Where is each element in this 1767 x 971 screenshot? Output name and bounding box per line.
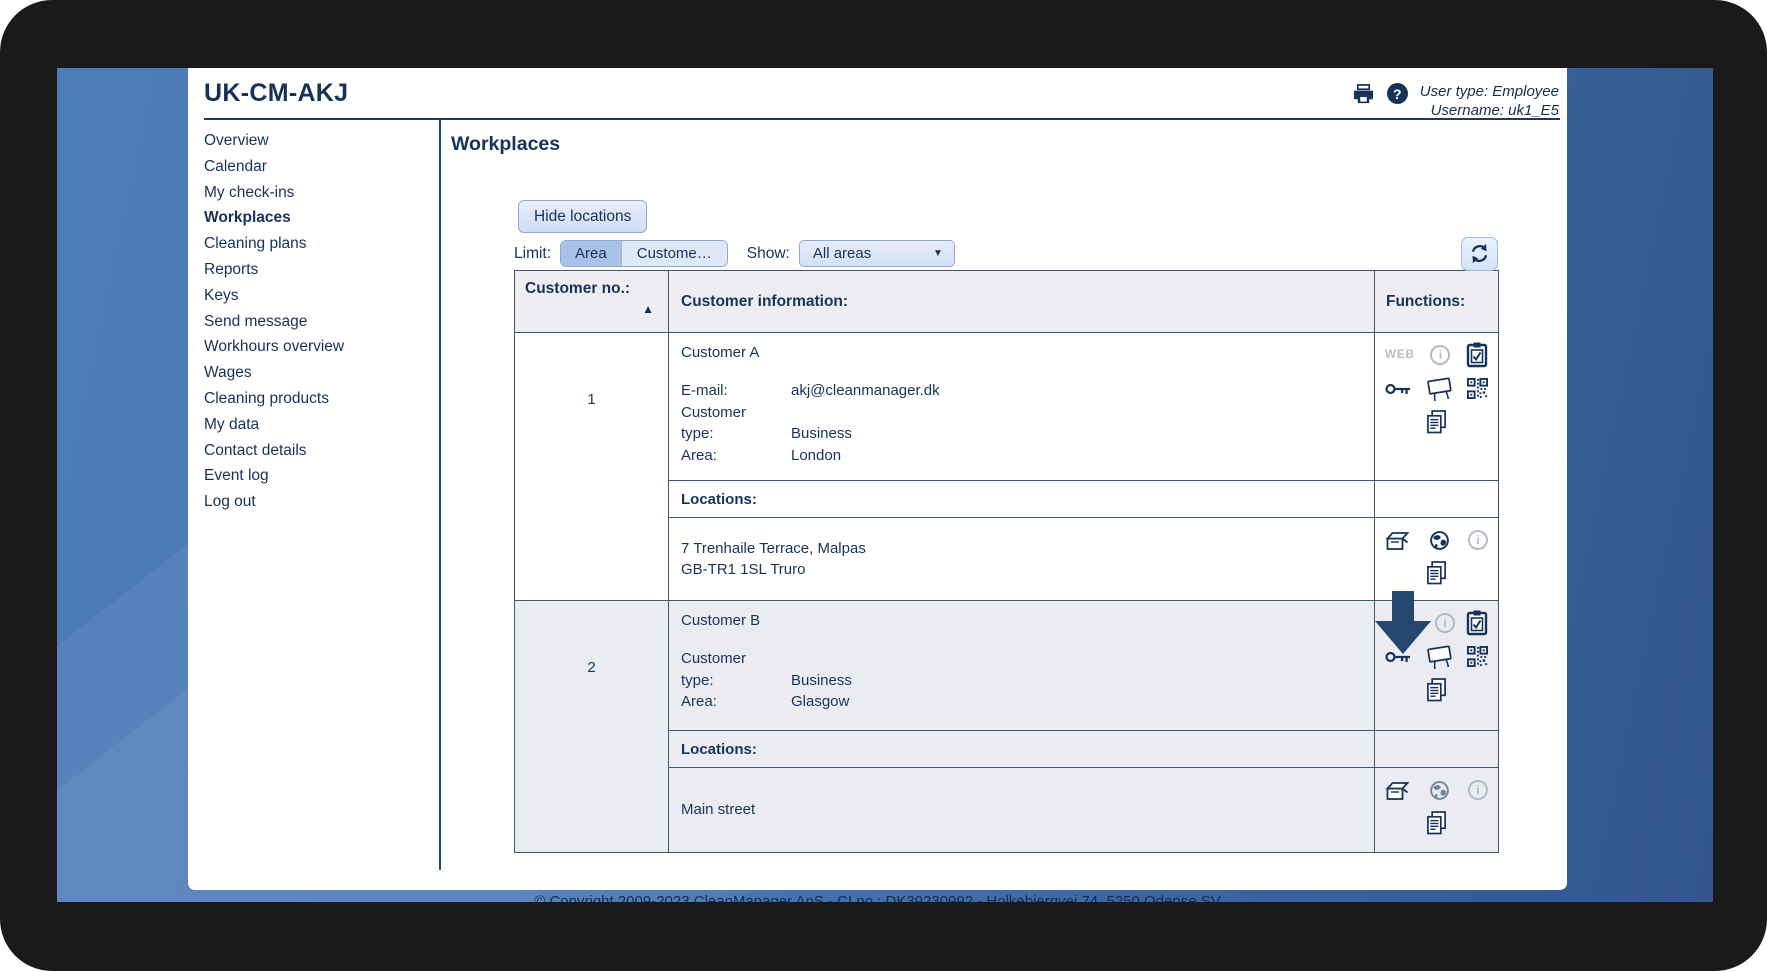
hide-locations-button[interactable]: Hide locations [518,200,648,233]
location-address-cell: Main street [668,767,1375,853]
info-icon[interactable]: i [1430,345,1451,365]
copy-icon[interactable] [1426,678,1447,702]
print-icon[interactable] [1352,84,1375,105]
field-label: E-mail: [681,382,728,399]
field-label: Customer type: [681,650,747,689]
sidebar-item-log-out[interactable]: Log out [204,489,439,515]
limit-customer-button[interactable]: Custome… [620,241,727,266]
sidebar-item-event-log[interactable]: Event log [204,463,439,489]
customer-row: 1 Customer A E-mail: akj@cleanmanager.dk [514,332,1499,601]
sidebar-item-contact-details[interactable]: Contact details [204,438,439,464]
locations-header-functions-cell [1374,480,1499,518]
info-icon[interactable]: i [1468,780,1488,800]
column-header-functions: Functions: [1374,270,1499,333]
field-value: London [791,446,842,464]
user-info: User type: Employee Username: uk1_E5 [1420,82,1559,120]
sort-asc-icon[interactable]: ▲ [525,302,660,316]
box-icon[interactable] [1385,780,1410,801]
page-title: Workplaces [451,133,561,155]
sidebar-item-send-message[interactable]: Send message [204,309,439,335]
location-line-2: GB-TR1 1SL Truro [681,561,806,578]
location-address-cell: 7 Trenhaile Terrace, Malpas GB-TR1 1SL T… [668,517,1375,601]
customer-row: 2 Customer B Customer type: Business Are… [514,591,1499,853]
desktop-background: UK-CM-AKJ ? User type: Employee Username… [57,68,1713,902]
info-icon[interactable]: i [1435,613,1455,633]
customer-functions-cell: WEB i [1374,332,1499,481]
qr-code-icon[interactable] [1467,646,1488,667]
sidebar-item-cleaning-plans[interactable]: Cleaning plans [204,231,439,257]
area-select-dropdown[interactable]: All areas ▼ [798,240,955,267]
customer-name: Customer A [681,344,760,361]
field-value: akj@cleanmanager.dk [791,382,940,399]
sidebar-item-my-data[interactable]: My data [204,412,439,438]
field-label: Area: [681,693,717,710]
sign-icon[interactable] [1425,643,1454,670]
key-icon[interactable] [1385,382,1411,396]
caret-down-icon: ▼ [932,248,943,259]
area-select-value: All areas [812,245,872,262]
field-value: Business [791,425,852,442]
customer-info-cell: Customer A E-mail: akj@cleanmanager.dk C… [668,332,1375,481]
app-header: UK-CM-AKJ ? User type: Employee Username… [188,68,1567,119]
key-icon[interactable] [1385,650,1411,664]
sidebar-item-my-check-ins[interactable]: My check-ins [204,180,439,206]
column-header-customer-no[interactable]: Customer no.: ▲ [514,270,669,333]
app-window: UK-CM-AKJ ? User type: Employee Username… [188,68,1567,890]
field-value: Glasgow [791,693,850,710]
location-functions-cell: i [1374,517,1499,601]
copy-icon[interactable] [1426,410,1447,434]
customer-no-cell: 2 [514,600,669,853]
customer-no-cell: 1 [514,332,669,601]
device-frame: UK-CM-AKJ ? User type: Employee Username… [0,0,1767,971]
checklist-icon[interactable] [1466,342,1488,368]
sidebar-item-wages[interactable]: Wages [204,360,439,386]
refresh-button[interactable] [1461,236,1498,271]
show-label: Show: [746,244,790,262]
customer-info-cell: Customer B Customer type: Business Area:… [668,600,1375,731]
info-icon[interactable]: i [1468,530,1488,550]
locations-header: Locations: [668,480,1375,518]
sidebar-item-reports[interactable]: Reports [204,257,439,283]
copy-icon[interactable] [1426,811,1447,835]
sidebar-nav: Overview Calendar My check-ins Workplace… [188,120,439,880]
copyright-footer: © Copyright 2009-2023 CleanManager ApS -… [534,893,1221,902]
customer-name: Customer B [681,612,761,629]
username-label: Username: uk1_E5 [1430,102,1559,119]
sidebar-item-workhours-overview[interactable]: Workhours overview [204,334,439,360]
column-header-customer-info: Customer information: [668,270,1375,333]
web-icon: WEB [1385,349,1415,361]
customer-functions-cell: i [1374,591,1499,731]
locations-header: Locations: [668,730,1375,768]
box-icon[interactable] [1385,530,1410,551]
user-type-label: User type: Employee [1419,83,1559,100]
limit-label: Limit: [514,244,552,262]
globe-icon[interactable] [1429,780,1450,801]
filter-toolbar: Limit: Area Custome… Show: All areas ▼ [514,236,1498,271]
copy-icon[interactable] [1426,561,1447,585]
help-icon[interactable]: ? [1386,83,1408,104]
checklist-icon[interactable] [1466,610,1488,636]
limit-segmented-control: Area Custome… [560,240,728,267]
globe-icon[interactable] [1429,530,1450,551]
sidebar-item-cleaning-products[interactable]: Cleaning products [204,386,439,412]
workplaces-table: Customer no.: ▲ Customer information: Fu… [514,270,1499,853]
sign-icon[interactable] [1425,375,1454,402]
sidebar-item-keys[interactable]: Keys [204,283,439,309]
refresh-icon [1471,243,1488,264]
location-line-1: Main street [681,801,756,819]
limit-area-button[interactable]: Area [561,241,621,266]
locations-header-functions-cell [1374,730,1499,768]
qr-code-icon[interactable] [1467,378,1488,399]
field-value: Business [791,671,852,689]
field-label: Area: [681,446,717,464]
sidebar-item-overview[interactable]: Overview [204,128,439,154]
sidebar-item-calendar[interactable]: Calendar [204,154,439,180]
field-label: Customer type: [681,403,747,443]
location-functions-cell: i [1374,767,1499,853]
app-title: UK-CM-AKJ [204,79,349,107]
sidebar-item-workplaces[interactable]: Workplaces [204,205,439,231]
location-line-1: 7 Trenhaile Terrace, Malpas [681,539,866,557]
